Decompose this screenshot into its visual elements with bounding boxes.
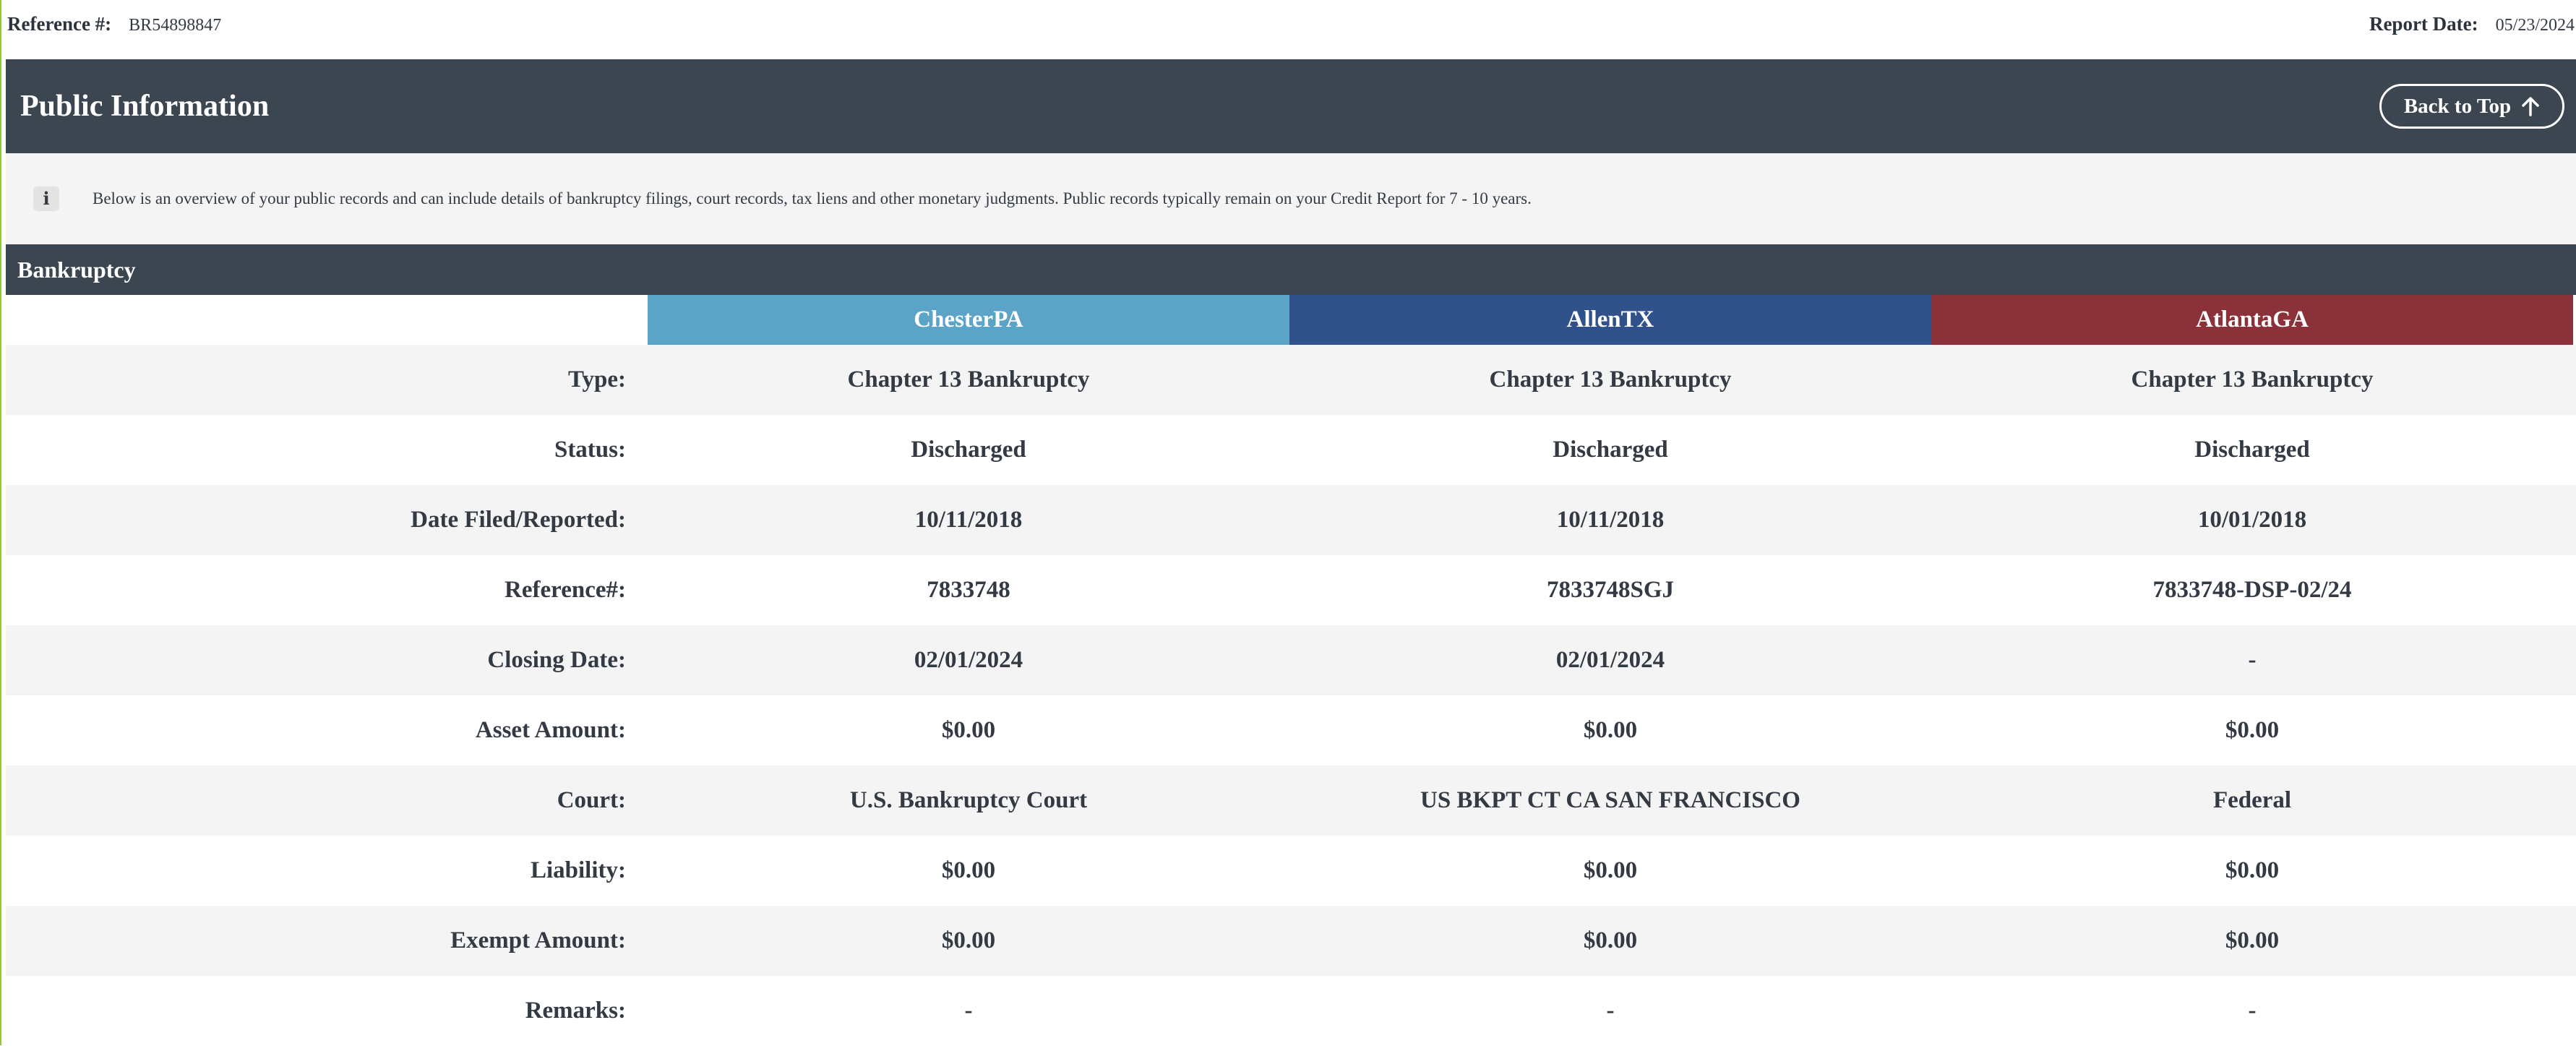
row-value: $0.00 <box>941 927 996 953</box>
row-label: Date Filed/Reported: <box>411 507 626 533</box>
bankruptcy-rows: Type: Chapter 13 Bankruptcy Chapter 13 Ban… <box>6 345 2576 1046</box>
page-title: Public Information <box>20 90 270 123</box>
bureau-header: AllenTX <box>1289 295 1931 345</box>
bankruptcy-table: ChesterPA AllenTX AtlantaGA Type: Chapter… <box>6 295 2576 1046</box>
row-label: Asset Amount: <box>475 717 626 743</box>
table-row: Date Filed/Reported: 10/11/2018 10/11/2018… <box>6 485 2576 555</box>
public-information-header: Public Information Back to Top <box>6 59 2576 153</box>
row-value: 02/01/2024 <box>1555 647 1665 673</box>
row-value: 7833748SGJ <box>1546 577 1675 603</box>
reference-value: BR54898847 <box>129 16 222 35</box>
row-value: Discharged <box>2194 437 2310 463</box>
row-value: 10/11/2018 <box>914 507 1023 533</box>
bureau-header: AtlantaGA <box>1931 295 2573 345</box>
row-value: 10/01/2018 <box>2197 507 2307 533</box>
row-value: $0.00 <box>2225 857 2280 883</box>
row-value: - <box>2248 647 2257 673</box>
table-row: Closing Date: 02/01/2024 02/01/2024 - <box>6 625 2576 695</box>
table-row: Asset Amount: $0.00 $0.00 $0.00 <box>6 695 2576 766</box>
bureau-header-row: ChesterPA AllenTX AtlantaGA <box>6 295 2576 345</box>
row-value: 02/01/2024 <box>914 647 1023 673</box>
row-value: $0.00 <box>941 857 996 883</box>
row-label: Remarks: <box>525 998 626 1024</box>
table-row: Status: Discharged Discharged Discharged <box>6 415 2576 485</box>
table-row: Reference#: 7833748 7833748SGJ 7833748-DSP-… <box>6 555 2576 625</box>
row-value: Discharged <box>911 437 1026 463</box>
report-date-label: Report Date: <box>2369 13 2478 35</box>
back-to-top-label: Back to Top <box>2403 94 2512 118</box>
row-value: Chapter 13 Bankruptcy <box>1489 366 1732 393</box>
row-label: Reference#: <box>505 577 626 603</box>
row-value: $0.00 <box>941 717 996 743</box>
row-value: $0.00 <box>1583 857 1638 883</box>
table-row: Remarks: - - - <box>6 976 2576 1046</box>
row-value: U.S. Bankruptcy Court <box>849 787 1088 813</box>
row-value: 7833748 <box>927 577 1010 603</box>
row-value: $0.00 <box>1583 927 1638 953</box>
bankruptcy-section-header: Bankruptcy <box>6 244 2576 295</box>
bureau-header-spacer <box>6 295 648 345</box>
report-date-info: Report Date: 05/23/2024 <box>2369 13 2575 35</box>
row-value: Chapter 13 Bankruptcy <box>2131 366 2374 393</box>
row-value: - <box>964 998 973 1024</box>
row-value: - <box>1606 998 1615 1024</box>
info-notice: i Below is an overview of your public re… <box>6 153 2576 244</box>
row-label: Court: <box>557 787 626 813</box>
row-label: Type: <box>567 366 626 393</box>
arrow-up-icon <box>2522 97 2539 116</box>
row-label: Status: <box>554 437 626 463</box>
row-label: Exempt Amount: <box>450 927 626 953</box>
row-label: Closing Date: <box>487 647 626 673</box>
table-row: Court: U.S. Bankruptcy Court US BKPT CT CA… <box>6 766 2576 836</box>
reference-label: Reference #: <box>7 13 112 35</box>
row-value: $0.00 <box>2225 717 2280 743</box>
row-label: Liability: <box>530 857 626 883</box>
row-value: 7833748-DSP-02/24 <box>2152 577 2352 603</box>
row-value: Chapter 13 Bankruptcy <box>847 366 1090 393</box>
row-value: $0.00 <box>1583 717 1638 743</box>
row-value: - <box>2248 998 2257 1024</box>
info-text: Below is an overview of your public reco… <box>93 189 1532 207</box>
section-title: Bankruptcy <box>17 257 136 283</box>
info-icon: i <box>33 187 59 211</box>
row-value: Federal <box>2212 787 2292 813</box>
table-row: Exempt Amount: $0.00 $0.00 $0.00 <box>6 906 2576 976</box>
row-value: Discharged <box>1553 437 1668 463</box>
row-value: US BKPT CT CA SAN FRANCISCO <box>1420 787 1800 813</box>
left-accent-line <box>0 0 1 1045</box>
reference-info: Reference #: BR54898847 <box>7 13 221 35</box>
row-value: $0.00 <box>2225 927 2280 953</box>
table-row: Type: Chapter 13 Bankruptcy Chapter 13 Ban… <box>6 345 2576 415</box>
table-row: Liability: $0.00 $0.00 $0.00 <box>6 836 2576 906</box>
row-value: 10/11/2018 <box>1556 507 1665 533</box>
back-to-top-button[interactable]: Back to Top <box>2379 84 2564 129</box>
bureau-header: ChesterPA <box>648 295 1289 345</box>
report-topbar: Reference #: BR54898847 Report Date: 05/… <box>6 0 2576 59</box>
report-date-value: 05/23/2024 <box>2495 16 2575 35</box>
